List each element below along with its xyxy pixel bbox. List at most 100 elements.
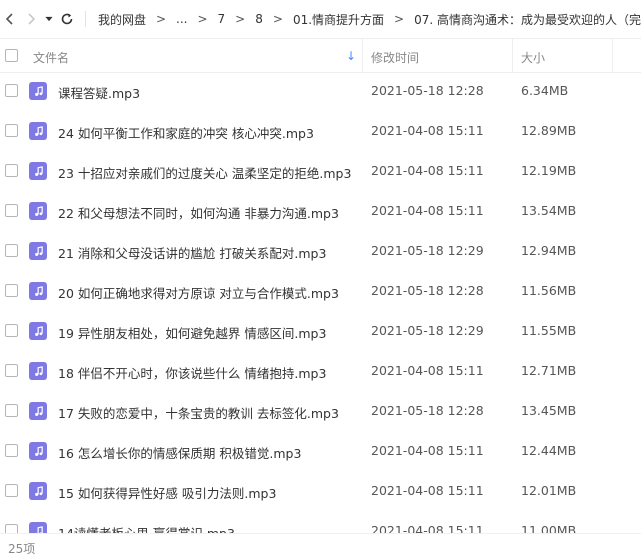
breadcrumb-separator: > bbox=[394, 12, 405, 26]
select-all-checkbox[interactable] bbox=[5, 49, 18, 62]
audio-file-icon bbox=[29, 122, 47, 140]
row-checkbox[interactable] bbox=[5, 284, 18, 297]
refresh-button[interactable] bbox=[56, 0, 77, 38]
file-name[interactable]: 23 十招应对亲戚们的过度关心 温柔坚定的拒绝.mp3 bbox=[58, 163, 351, 182]
file-name[interactable]: 20 如何正确地求得对方原谅 对立与合作模式.mp3 bbox=[58, 283, 339, 302]
file-row[interactable]: 20 如何正确地求得对方原谅 对立与合作模式.mp3 2021-05-18 12:… bbox=[0, 271, 641, 311]
breadcrumb-ellipsis[interactable]: ... bbox=[176, 12, 187, 26]
breadcrumb: 我的网盘 > ... > 7 > 8 > 01.情商提升方面 > 07. 高情商… bbox=[98, 11, 641, 28]
file-name[interactable]: 19 异性朋友相处，如何避免越界 情感区间.mp3 bbox=[58, 323, 326, 342]
row-checkbox[interactable] bbox=[5, 404, 18, 417]
file-modified-time: 2021-05-18 12:28 bbox=[371, 83, 484, 98]
file-modified-time: 2021-05-18 12:28 bbox=[371, 403, 484, 418]
file-row[interactable]: 23 十招应对亲戚们的过度关心 温柔坚定的拒绝.mp3 2021-04-08 15… bbox=[0, 151, 641, 191]
file-name[interactable]: 18 伴侣不开心时，你该说些什么 情绪抱持.mp3 bbox=[58, 363, 326, 382]
file-row[interactable]: 18 伴侣不开心时，你该说些什么 情绪抱持.mp3 2021-04-08 15:1… bbox=[0, 351, 641, 391]
file-size: 12.44MB bbox=[521, 443, 577, 458]
audio-file-icon bbox=[29, 162, 47, 180]
toolbar: 我的网盘 > ... > 7 > 8 > 01.情商提升方面 > 07. 高情商… bbox=[0, 0, 641, 38]
file-row[interactable]: 22 和父母想法不同时，如何沟通 非暴力沟通.mp3 2021-04-08 15:… bbox=[0, 191, 641, 231]
refresh-icon bbox=[61, 13, 72, 25]
file-size: 12.19MB bbox=[521, 163, 577, 178]
row-checkbox[interactable] bbox=[5, 324, 18, 337]
breadcrumb-separator: > bbox=[197, 12, 208, 26]
file-size: 12.94MB bbox=[521, 243, 577, 258]
file-modified-time: 2021-04-08 15:11 bbox=[371, 483, 484, 498]
breadcrumb-folder-8[interactable]: 8 bbox=[255, 12, 263, 26]
column-divider[interactable] bbox=[612, 39, 613, 72]
file-modified-time: 2021-05-18 12:29 bbox=[371, 323, 484, 338]
table-header: 文件名 ↓ 修改时间 大小 bbox=[0, 38, 641, 73]
file-list: 课程答疑.mp3 2021-05-18 12:28 6.34MB 24 如何平衡工作和… bbox=[0, 71, 641, 533]
audio-file-icon bbox=[29, 402, 47, 420]
sort-down-arrow-icon[interactable]: ↓ bbox=[346, 49, 356, 63]
audio-file-icon bbox=[29, 322, 47, 340]
file-row[interactable]: 15 如何获得异性好感 吸引力法则.mp3 2021-04-08 15:11 12.… bbox=[0, 471, 641, 511]
file-name[interactable]: 21 消除和父母没话讲的尴尬 打破关系配对.mp3 bbox=[58, 243, 326, 262]
row-checkbox[interactable] bbox=[5, 444, 18, 457]
row-checkbox[interactable] bbox=[5, 84, 18, 97]
file-modified-time: 2021-04-08 15:11 bbox=[371, 203, 484, 218]
file-name[interactable]: 课程答疑.mp3 bbox=[58, 83, 140, 102]
item-count: 25项 bbox=[8, 542, 36, 556]
file-modified-time: 2021-04-08 15:11 bbox=[371, 363, 484, 378]
breadcrumb-current-folder[interactable]: 07. 高情商沟通术：成为最受欢迎的人（完 bbox=[414, 11, 641, 28]
audio-file-icon bbox=[29, 482, 47, 500]
audio-file-icon bbox=[29, 282, 47, 300]
audio-file-icon bbox=[29, 362, 47, 380]
audio-file-icon bbox=[29, 242, 47, 260]
file-modified-time: 2021-04-08 15:11 bbox=[371, 123, 484, 138]
audio-file-icon bbox=[29, 202, 47, 220]
file-size: 11.56MB bbox=[521, 283, 577, 298]
header-size[interactable]: 大小 bbox=[521, 49, 545, 66]
file-name[interactable]: 14读懂老板心思 赢得赏识.mp3 bbox=[58, 523, 235, 533]
file-name[interactable]: 15 如何获得异性好感 吸引力法则.mp3 bbox=[58, 483, 276, 502]
row-checkbox[interactable] bbox=[5, 524, 18, 533]
row-checkbox[interactable] bbox=[5, 124, 18, 137]
breadcrumb-root[interactable]: 我的网盘 bbox=[98, 11, 146, 28]
column-divider[interactable] bbox=[512, 39, 513, 72]
breadcrumb-folder-eq[interactable]: 01.情商提升方面 bbox=[293, 11, 384, 28]
row-checkbox[interactable] bbox=[5, 164, 18, 177]
breadcrumb-separator: > bbox=[155, 12, 167, 26]
forward-button[interactable] bbox=[21, 0, 42, 38]
row-checkbox[interactable] bbox=[5, 484, 18, 497]
row-checkbox[interactable] bbox=[5, 364, 18, 377]
breadcrumb-separator: > bbox=[235, 12, 246, 26]
header-modified-time[interactable]: 修改时间 bbox=[371, 49, 419, 66]
audio-file-icon bbox=[29, 82, 47, 100]
file-row[interactable]: 16 怎么增长你的情感保质期 积极错觉.mp3 2021-04-08 15:11 1… bbox=[0, 431, 641, 471]
audio-file-icon bbox=[29, 442, 47, 460]
chevron-right-icon bbox=[28, 13, 36, 25]
toolbar-divider bbox=[85, 11, 86, 27]
file-modified-time: 2021-04-08 15:11 bbox=[371, 443, 484, 458]
row-checkbox[interactable] bbox=[5, 244, 18, 257]
file-name[interactable]: 24 如何平衡工作和家庭的冲突 核心冲突.mp3 bbox=[58, 123, 314, 142]
file-modified-time: 2021-04-08 15:11 bbox=[371, 163, 484, 178]
file-modified-time: 2021-05-18 12:28 bbox=[371, 283, 484, 298]
file-row[interactable]: 24 如何平衡工作和家庭的冲突 核心冲突.mp3 2021-04-08 15:11… bbox=[0, 111, 641, 151]
status-bar: 25项 bbox=[0, 533, 641, 560]
back-button[interactable] bbox=[0, 0, 21, 38]
file-name[interactable]: 16 怎么增长你的情感保质期 积极错觉.mp3 bbox=[58, 443, 301, 462]
file-modified-time: 2021-05-18 12:29 bbox=[371, 243, 484, 258]
file-size: 13.54MB bbox=[521, 203, 577, 218]
file-row[interactable]: 课程答疑.mp3 2021-05-18 12:28 6.34MB bbox=[0, 71, 641, 111]
file-size: 12.71MB bbox=[521, 363, 577, 378]
file-row[interactable]: 14读懂老板心思 赢得赏识.mp3 2021-04-08 15:11 11.00MB bbox=[0, 511, 641, 533]
file-name[interactable]: 17 失败的恋爱中，十条宝贵的教训 去标签化.mp3 bbox=[58, 403, 339, 422]
chevron-left-icon bbox=[6, 13, 14, 25]
history-dropdown-button[interactable] bbox=[42, 0, 56, 38]
file-row[interactable]: 19 异性朋友相处，如何避免越界 情感区间.mp3 2021-05-18 12:2… bbox=[0, 311, 641, 351]
file-name[interactable]: 22 和父母想法不同时，如何沟通 非暴力沟通.mp3 bbox=[58, 203, 339, 222]
file-row[interactable]: 21 消除和父母没话讲的尴尬 打破关系配对.mp3 2021-05-18 12:2… bbox=[0, 231, 641, 271]
breadcrumb-folder-7[interactable]: 7 bbox=[218, 12, 226, 26]
file-size: 13.45MB bbox=[521, 403, 577, 418]
file-modified-time: 2021-04-08 15:11 bbox=[371, 523, 484, 533]
header-name[interactable]: 文件名 bbox=[33, 49, 69, 66]
file-row[interactable]: 17 失败的恋爱中，十条宝贵的教训 去标签化.mp3 2021-05-18 12:… bbox=[0, 391, 641, 431]
column-divider[interactable] bbox=[362, 39, 363, 72]
caret-down-icon bbox=[45, 16, 53, 22]
row-checkbox[interactable] bbox=[5, 204, 18, 217]
file-size: 12.01MB bbox=[521, 483, 577, 498]
